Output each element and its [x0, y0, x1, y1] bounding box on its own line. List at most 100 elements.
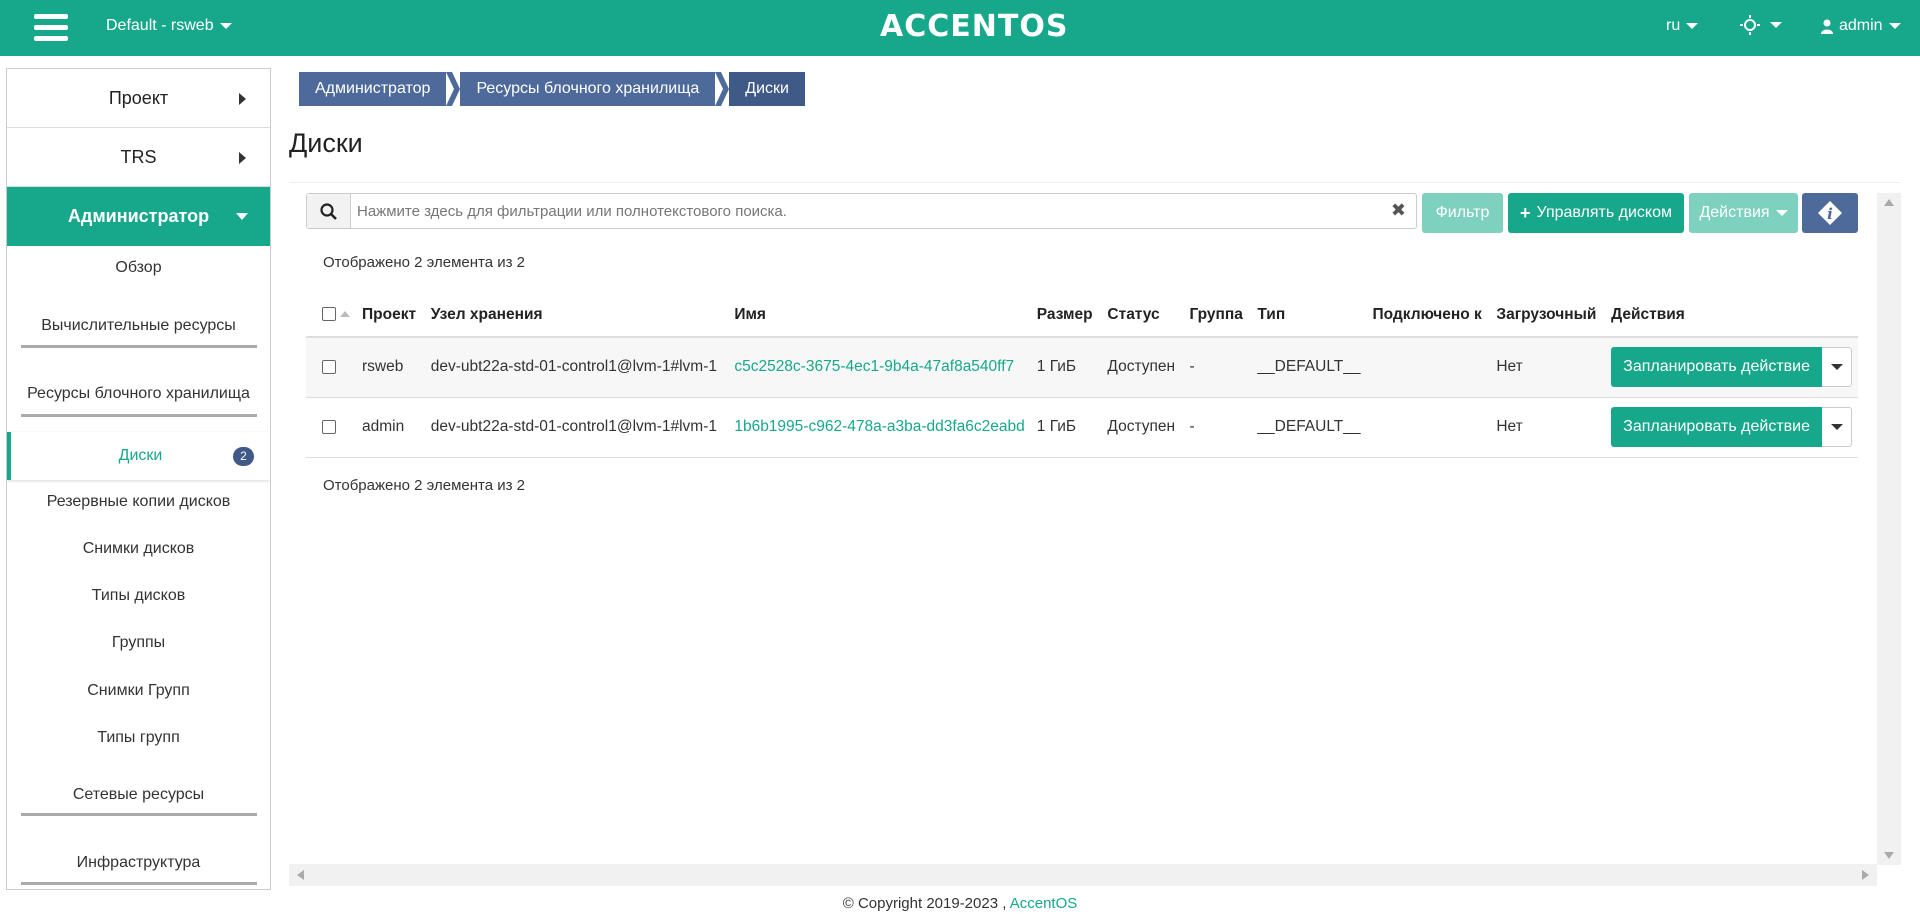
hamburger-menu-icon[interactable]	[34, 14, 68, 42]
cell-host: dev-ubt22a-std-01-control1@lvm-1#lvm-1	[424, 337, 729, 398]
horizontal-scrollbar[interactable]	[289, 864, 1877, 886]
sidebar-item-overview[interactable]: Обзор	[7, 259, 270, 277]
svg-text:i: i	[1827, 205, 1833, 223]
cell-bootable: Нет	[1490, 337, 1606, 398]
column-header-actions: Действия	[1605, 293, 1858, 338]
schedule-action-button[interactable]: Запланировать действие	[1611, 407, 1822, 447]
row-checkbox[interactable]	[322, 419, 336, 434]
info-button[interactable]: i	[1802, 193, 1858, 233]
manage-volume-label: Управлять диском	[1536, 204, 1673, 221]
sidebar: Проект TRS Администратор Обзор Вычислите…	[6, 68, 271, 890]
row-checkbox[interactable]	[322, 360, 336, 375]
volumes-table: Проект Узел хранения Имя Размер Статус Г…	[306, 293, 1858, 458]
row-actions-dropdown[interactable]	[1822, 407, 1852, 447]
theme-selector[interactable]	[1740, 15, 1782, 35]
volume-link[interactable]: c5c2528c-3675-4ec1-9b4a-47af8a540ff7	[734, 358, 1014, 375]
chevron-down-icon	[1830, 424, 1843, 430]
breadcrumb-admin[interactable]: Администратор	[299, 72, 447, 106]
search-bar: ✖	[306, 193, 1417, 229]
column-header-bootable[interactable]: Загрузочный	[1490, 293, 1606, 338]
search-button[interactable]	[307, 194, 351, 228]
accentos-link[interactable]: AccentOS	[1010, 895, 1078, 912]
cell-actions: Запланировать действие	[1605, 397, 1858, 458]
cell-attached	[1366, 397, 1491, 458]
breadcrumb-volumes: Диски	[729, 72, 805, 106]
row-actions-group: Запланировать действие	[1611, 407, 1852, 447]
column-header-host[interactable]: Узел хранения	[424, 293, 729, 338]
sidebar-section-admin[interactable]: Администратор	[7, 187, 270, 246]
user-icon	[1821, 19, 1833, 34]
cell-actions: Запланировать действие	[1605, 337, 1858, 398]
breadcrumb: Администратор Ресурсы блочного хранилища…	[299, 72, 805, 106]
sidebar-section-label: Проект	[108, 87, 169, 108]
filter-button[interactable]: Фильтр	[1422, 193, 1503, 233]
sidebar-item-block-storage[interactable]: Ресурсы блочного хранилища	[7, 385, 270, 403]
sidebar-section-trs[interactable]: TRS	[7, 128, 270, 187]
scroll-right-icon[interactable]	[1862, 870, 1869, 880]
manage-volume-button[interactable]: + Управлять диском	[1508, 193, 1684, 233]
actions-dropdown-button[interactable]: Действия	[1689, 193, 1798, 233]
scroll-up-icon[interactable]	[1884, 199, 1894, 206]
breadcrumb-separator-icon	[446, 72, 461, 106]
sidebar-divider	[21, 345, 257, 348]
cell-attached	[1366, 337, 1491, 398]
top-navbar: Default - rsweb ACCENTOS ru admin	[0, 0, 1920, 56]
column-header-name[interactable]: Имя	[728, 293, 1031, 338]
page-title: Диски	[289, 128, 363, 158]
table-row: admin dev-ubt22a-std-01-control1@lvm-1#l…	[306, 397, 1858, 458]
volume-link[interactable]: 1b6b1995-c962-478a-a3ba-dd3fa6c2eabd	[734, 418, 1024, 435]
cell-status: Доступен	[1101, 397, 1184, 458]
plus-icon: +	[1519, 202, 1531, 223]
table-row: rsweb dev-ubt22a-std-01-control1@lvm-1#l…	[306, 337, 1858, 398]
footer: © Copyright 2019-2023 , AccentOS	[0, 895, 1920, 912]
cell-group: -	[1183, 337, 1252, 398]
sidebar-section-label: Администратор	[67, 206, 210, 226]
sidebar-divider	[21, 882, 257, 885]
search-icon	[320, 202, 337, 220]
row-actions-dropdown[interactable]	[1822, 347, 1852, 388]
chevron-down-icon	[1830, 364, 1843, 371]
sidebar-item-volume-backups[interactable]: Резервные копии дисков	[7, 493, 270, 511]
cell-size: 1 ГиБ	[1030, 397, 1102, 458]
sidebar-item-network[interactable]: Сетевые ресурсы	[7, 786, 270, 804]
breadcrumb-block-storage[interactable]: Ресурсы блочного хранилища	[460, 72, 716, 106]
language-selector[interactable]: ru	[1666, 17, 1699, 35]
column-header-attached[interactable]: Подключено к	[1366, 293, 1491, 338]
clear-search-icon[interactable]: ✖	[1391, 200, 1406, 221]
sidebar-item-group-types[interactable]: Типы групп	[7, 729, 270, 747]
project-selector[interactable]: Default - rsweb	[106, 17, 232, 35]
cell-size: 1 ГиБ	[1030, 337, 1102, 398]
vertical-scrollbar[interactable]	[1877, 193, 1901, 865]
chevron-down-icon	[1775, 210, 1788, 216]
user-menu[interactable]: admin	[1821, 17, 1901, 35]
sidebar-section-project[interactable]: Проект	[7, 69, 270, 128]
cell-host: dev-ubt22a-std-01-control1@lvm-1#lvm-1	[424, 397, 729, 458]
column-header-project[interactable]: Проект	[356, 293, 425, 338]
sidebar-item-volume-types[interactable]: Типы дисков	[7, 587, 270, 605]
sidebar-item-infrastructure[interactable]: Инфраструктура	[7, 854, 270, 872]
column-header-status[interactable]: Статус	[1101, 293, 1184, 338]
cell-name: c5c2528c-3675-4ec1-9b4a-47af8a540ff7	[728, 337, 1031, 398]
row-select-cell	[306, 337, 356, 398]
column-header-group[interactable]: Группа	[1183, 293, 1252, 338]
sidebar-item-volumes[interactable]: Диски 2	[7, 432, 270, 480]
row-actions-group: Запланировать действие	[1611, 347, 1852, 388]
cell-bootable: Нет	[1490, 397, 1606, 458]
search-input[interactable]	[357, 194, 1357, 228]
actions-label: Действия	[1699, 204, 1770, 221]
sidebar-item-group-snapshots[interactable]: Снимки Групп	[7, 682, 270, 700]
language-label: ru	[1666, 17, 1681, 34]
project-selector-label: Default - rsweb	[106, 17, 214, 34]
schedule-action-button[interactable]: Запланировать действие	[1611, 347, 1822, 388]
cell-status: Доступен	[1101, 337, 1184, 398]
sidebar-item-groups[interactable]: Группы	[7, 634, 270, 652]
select-all-checkbox[interactable]	[322, 307, 336, 322]
cell-name: 1b6b1995-c962-478a-a3ba-dd3fa6c2eabd	[728, 397, 1031, 458]
column-header-size[interactable]: Размер	[1030, 293, 1102, 338]
scroll-down-icon[interactable]	[1884, 852, 1894, 859]
scroll-left-icon[interactable]	[297, 870, 304, 880]
chevron-down-icon	[1686, 23, 1699, 29]
column-header-type[interactable]: Тип	[1251, 293, 1367, 338]
sidebar-item-compute[interactable]: Вычислительные ресурсы	[7, 317, 270, 335]
sidebar-item-volume-snapshots[interactable]: Снимки дисков	[7, 540, 270, 558]
